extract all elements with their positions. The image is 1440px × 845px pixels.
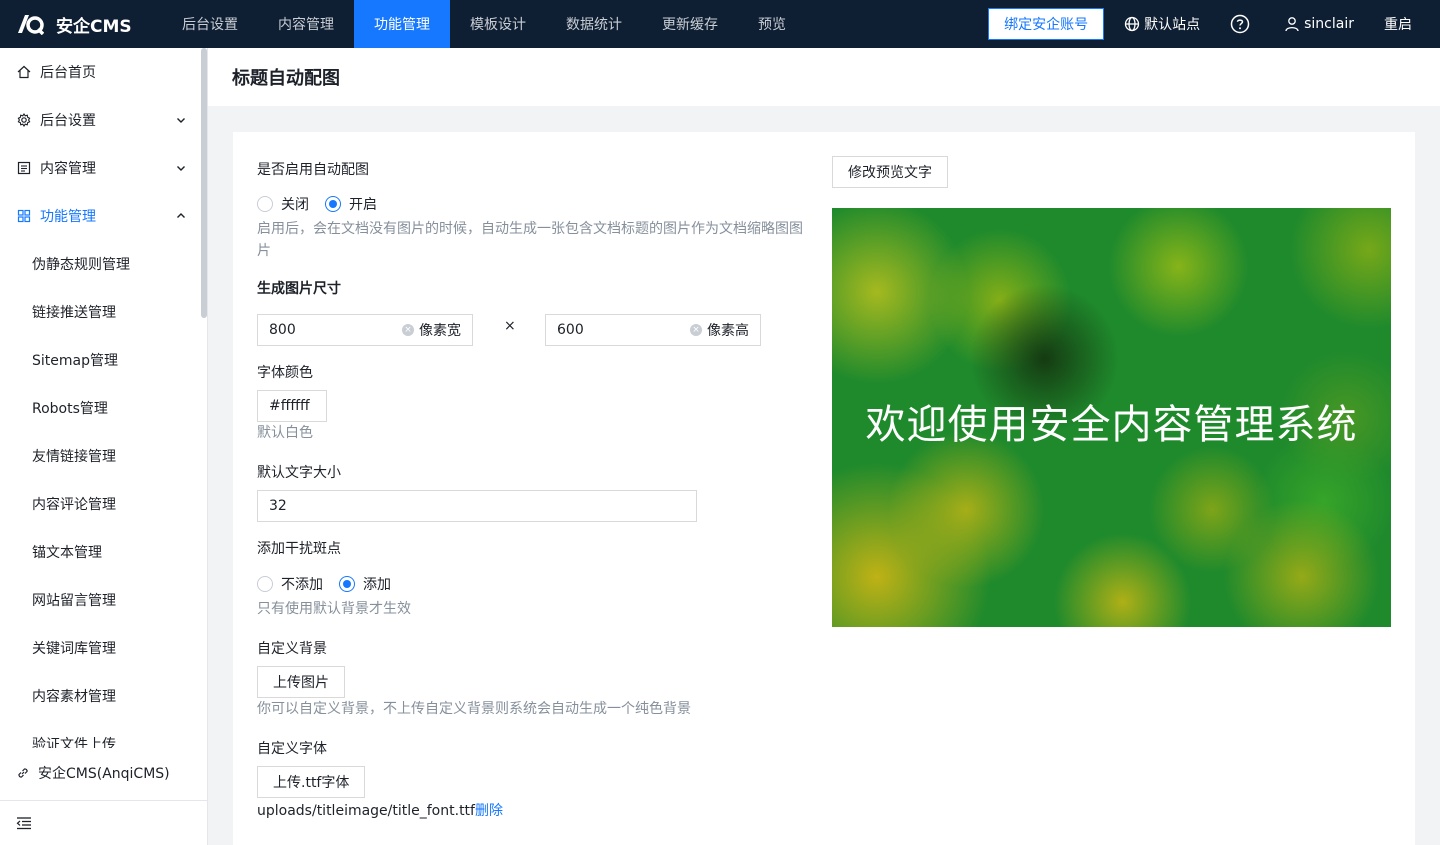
sidebar-item-admin-settings[interactable]: 后台设置 xyxy=(0,96,208,144)
fontsize-label: 默认文字大小 xyxy=(257,465,341,481)
color-input[interactable]: #ffffff xyxy=(257,390,327,422)
enable-radio-on[interactable]: 开启 xyxy=(325,194,377,214)
bg-label: 自定义背景 xyxy=(257,641,327,657)
topnav-content[interactable]: 内容管理 xyxy=(258,0,354,48)
sidebar-subitem-sitemap[interactable]: Sitemap管理 xyxy=(0,336,208,384)
document-icon xyxy=(16,160,32,176)
page-title: 标题自动配图 xyxy=(232,68,340,89)
sidebar-subitem-anchor-text[interactable]: 锚文本管理 xyxy=(0,528,208,576)
chevron-down-icon xyxy=(177,118,185,123)
home-icon xyxy=(16,64,32,80)
chevron-up-icon xyxy=(177,213,185,218)
topnav-update-cache[interactable]: 更新缓存 xyxy=(642,0,738,48)
sidebar: 后台首页 后台设置 内容管理 功能管理 伪静态规则管理 链接推送管理 Sitem… xyxy=(0,48,208,845)
clear-icon[interactable]: × xyxy=(402,324,414,336)
top-navbar: 安企CMS 后台设置 内容管理 功能管理 模板设计 数据统计 更新缓存 预览 绑… xyxy=(0,0,1440,48)
link-icon xyxy=(18,768,28,778)
user-icon xyxy=(1285,17,1299,32)
topnav-template[interactable]: 模板设计 xyxy=(450,0,546,48)
radio-icon xyxy=(257,196,273,212)
sidebar-subitem-guestbook[interactable]: 网站留言管理 xyxy=(0,576,208,624)
sidebar-menu[interactable]: 后台首页 后台设置 内容管理 功能管理 伪静态规则管理 链接推送管理 Sitem… xyxy=(0,48,208,798)
grid-icon xyxy=(16,208,32,224)
topnav-admin-settings[interactable]: 后台设置 xyxy=(162,0,258,48)
bg-hint: 你可以自定义背景，不上传自定义背景则系统会自动生成一个纯色背景 xyxy=(257,701,691,717)
sidebar-item-features[interactable]: 功能管理 xyxy=(0,192,208,240)
edit-preview-text-button[interactable]: 修改预览文字 xyxy=(832,156,948,188)
help-button[interactable] xyxy=(1230,14,1254,34)
site-switcher[interactable]: 默认站点 xyxy=(1124,14,1200,34)
topnav-statistics[interactable]: 数据统计 xyxy=(546,0,642,48)
restart-button[interactable]: 重启 xyxy=(1384,14,1412,34)
chevron-down-icon xyxy=(177,166,185,171)
noise-hint: 只有使用默认背景才生效 xyxy=(257,601,411,617)
top-actions: 绑定安企账号 默认站点 sinclair 重启 xyxy=(988,0,1440,48)
sidebar-subitem-comments[interactable]: 内容评论管理 xyxy=(0,480,208,528)
settings-card: 是否启用自动配图 关闭 开启 启用后，会在文档没有图片的时候，自动生成一张包含文… xyxy=(233,132,1415,845)
font-file: uploads/titleimage/title_font.ttf删除 xyxy=(257,800,503,820)
page-header: 标题自动配图 xyxy=(208,48,1440,106)
user-menu[interactable]: sinclair xyxy=(1284,16,1354,32)
width-suffix: 像素宽 xyxy=(419,323,461,339)
sidebar-subitem-keywords[interactable]: 关键词库管理 xyxy=(0,624,208,672)
anqicms-link[interactable]: 安企CMS(AnqiCMS) xyxy=(0,748,200,798)
sidebar-subitem-link-push[interactable]: 链接推送管理 xyxy=(0,288,208,336)
globe-icon xyxy=(1124,16,1140,32)
menu-fold-icon xyxy=(16,817,31,830)
site-label: 默认站点 xyxy=(1144,17,1201,33)
sidebar-item-content[interactable]: 内容管理 xyxy=(0,144,208,192)
help-icon xyxy=(1230,14,1250,34)
preview-text: 欢迎使用安全内容管理系统 xyxy=(865,402,1358,448)
upload-bg-button[interactable]: 上传图片 xyxy=(257,666,345,698)
sidebar-subitem-rewrite[interactable]: 伪静态规则管理 xyxy=(0,240,208,288)
sidebar-item-home[interactable]: 后台首页 xyxy=(0,48,208,96)
clear-icon[interactable]: × xyxy=(690,324,702,336)
radio-checked-icon xyxy=(339,576,355,592)
height-suffix: 像素高 xyxy=(707,323,749,339)
radio-checked-icon xyxy=(325,196,341,212)
enable-hint-line1: 启用后，会在文档没有图片的时候，自动生成一张包含文档标题的图片作为文档缩略图图 xyxy=(257,221,803,237)
topnav-preview[interactable]: 预览 xyxy=(738,0,806,48)
width-input[interactable]: 800 × 像素宽 xyxy=(257,314,473,346)
sidebar-subitem-robots[interactable]: Robots管理 xyxy=(0,384,208,432)
noise-radio-group: 不添加 添加 xyxy=(257,574,407,594)
preview-image: 欢迎使用安全内容管理系统 xyxy=(832,208,1391,627)
bind-account-button[interactable]: 绑定安企账号 xyxy=(988,8,1105,40)
sidebar-scrollbar[interactable] xyxy=(201,48,207,318)
noise-radio-yes[interactable]: 添加 xyxy=(339,574,391,594)
brand-name: 安企CMS xyxy=(56,16,132,37)
color-hint: 默认白色 xyxy=(257,425,313,441)
size-label: 生成图片尺寸 xyxy=(257,281,341,297)
times-sign: × xyxy=(504,318,516,334)
font-path: uploads/titleimage/title_font.ttf xyxy=(257,803,475,819)
noise-label: 添加干扰斑点 xyxy=(257,541,341,557)
sidebar-subitem-materials[interactable]: 内容素材管理 xyxy=(0,672,208,720)
fontsize-input[interactable]: 32 xyxy=(257,490,697,522)
enable-radio-group: 关闭 开启 xyxy=(257,194,393,214)
enable-label: 是否启用自动配图 xyxy=(257,162,369,178)
username: sinclair xyxy=(1304,16,1354,32)
color-label: 字体颜色 xyxy=(257,365,313,381)
delete-font-link[interactable]: 删除 xyxy=(475,803,503,819)
height-input[interactable]: 600 × 像素高 xyxy=(545,314,761,346)
topnav-features[interactable]: 功能管理 xyxy=(354,0,450,48)
logo-icon xyxy=(18,15,44,35)
top-menu: 后台设置 内容管理 功能管理 模板设计 数据统计 更新缓存 预览 xyxy=(162,0,806,48)
noise-radio-no[interactable]: 不添加 xyxy=(257,574,323,594)
radio-icon xyxy=(257,576,273,592)
font-label: 自定义字体 xyxy=(257,741,327,757)
enable-radio-off[interactable]: 关闭 xyxy=(257,194,309,214)
logo[interactable]: 安企CMS xyxy=(0,0,162,48)
sidebar-subitem-friendlinks[interactable]: 友情链接管理 xyxy=(0,432,208,480)
collapse-sidebar-button[interactable] xyxy=(0,800,207,845)
upload-font-button[interactable]: 上传.ttf字体 xyxy=(257,766,366,798)
gear-icon xyxy=(16,112,32,128)
enable-hint-line2: 片 xyxy=(257,243,271,259)
